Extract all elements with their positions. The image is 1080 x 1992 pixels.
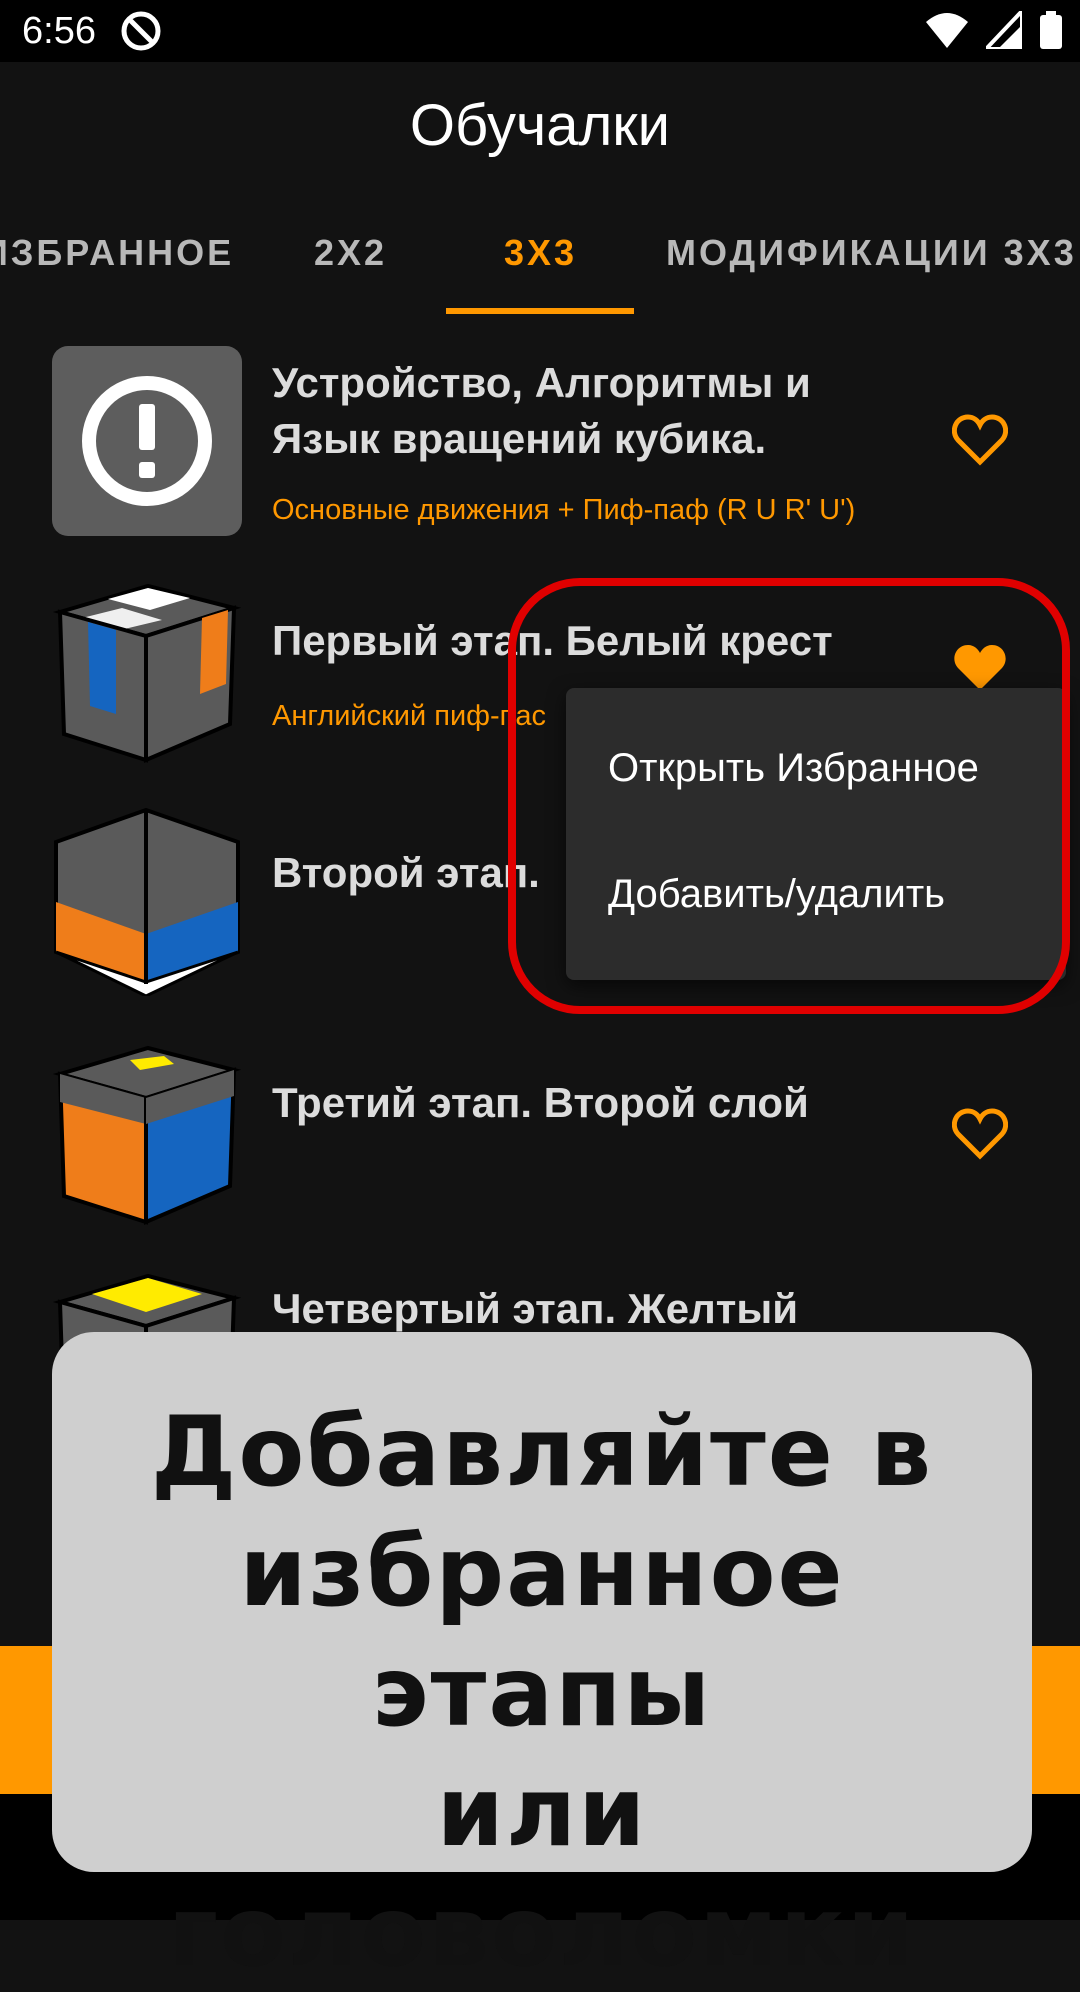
highlight-annotation: [508, 578, 1070, 1014]
cube-second-layer-image: [52, 1045, 242, 1226]
tab-3x3[interactable]: 3X3: [504, 232, 577, 274]
item-title-line2: Язык вращений кубика.: [272, 415, 767, 462]
cube-first-layer-image: [54, 807, 240, 996]
item-subtitle: Основные движения + Пиф-паф (R U R' U'): [272, 494, 856, 526]
promo-line-2: избранное этапы: [239, 1516, 845, 1748]
page-title: Обучалки: [409, 93, 671, 158]
promo-text: Добавляйте в избранное этапы или головол…: [52, 1392, 1032, 1992]
promo-card: Добавляйте в избранное этапы или головол…: [52, 1332, 1032, 1988]
signal-icon: [986, 11, 1022, 49]
tab-favorites[interactable]: ИЗБРАННОЕ: [0, 232, 234, 274]
item-title: Четвертый этап. Желтый: [272, 1285, 799, 1332]
app-notification-icon: [121, 11, 161, 51]
promo-line-3: или головоломки: [167, 1756, 917, 1988]
promo-line-1: Добавляйте в: [150, 1396, 934, 1508]
heart-outline-icon[interactable]: [952, 1108, 1008, 1160]
status-bar: 6:56: [0, 0, 1080, 62]
battery-icon: [1040, 11, 1062, 49]
cube-white-cross-image: [52, 583, 242, 764]
tab-2x2[interactable]: 2X2: [314, 232, 387, 274]
tab-bar: ИЗБРАННОЕ 2X2 3X3 МОДИФИКАЦИИ 3X3: [0, 220, 1080, 314]
heart-outline-icon[interactable]: [952, 414, 1008, 466]
item-title: Устройство, Алгоритмы и: [272, 359, 811, 406]
item-title: Третий этап. Второй слой: [272, 1079, 809, 1126]
tab-indicator: [446, 308, 634, 314]
info-icon: [52, 346, 242, 536]
status-time: 6:56: [22, 10, 96, 52]
wifi-icon: [926, 13, 968, 48]
tab-3x3-modifications[interactable]: МОДИФИКАЦИИ 3X3: [666, 232, 1077, 274]
item-subtitle: Английский пиф-пас: [272, 700, 547, 732]
